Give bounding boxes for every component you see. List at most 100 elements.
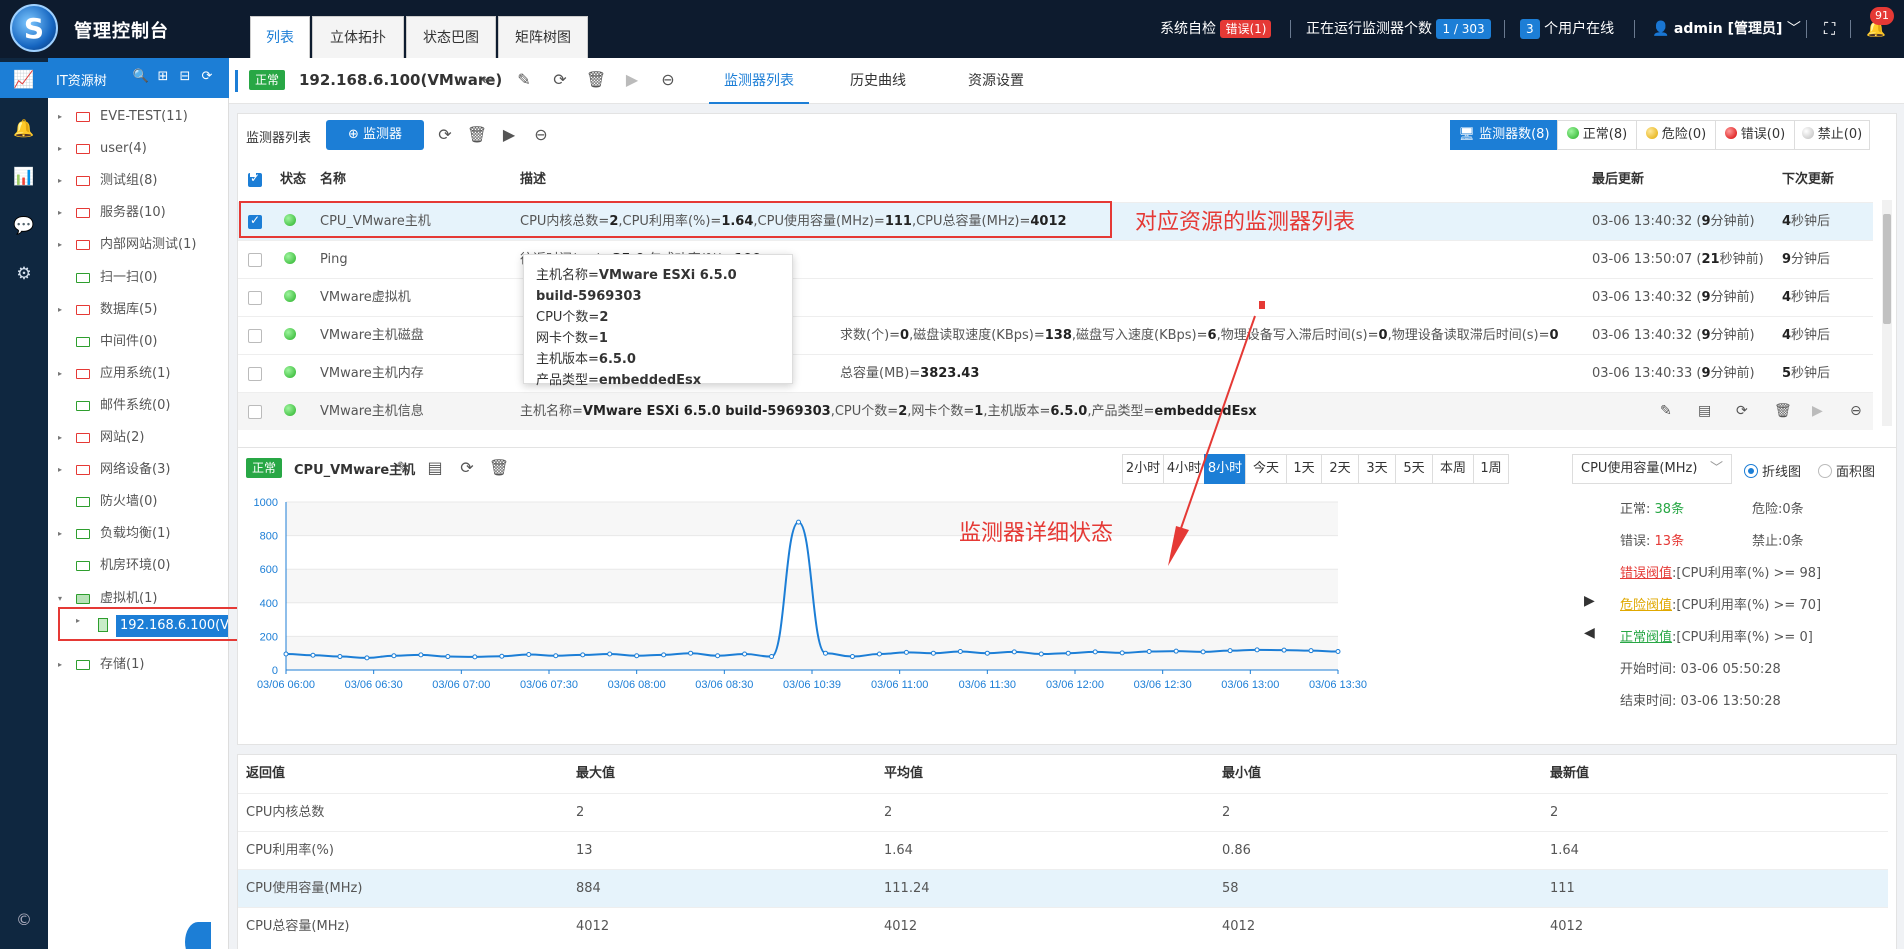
expand-all-icon[interactable]: ⊞ <box>154 68 172 86</box>
x-tick-label: 03/06 08:30 <box>695 679 753 691</box>
user-menu[interactable]: 👤 admin [管理员] ﹀ <box>1652 0 1801 58</box>
running-badge[interactable]: 1 / 303 <box>1436 19 1491 39</box>
row-name[interactable]: VMware主机磁盘 <box>320 317 424 355</box>
row-name[interactable]: VMware主机信息 <box>320 393 424 431</box>
normal-threshold-link[interactable]: 正常阀值 <box>1620 630 1672 645</box>
running-monitors[interactable]: 正在运行监测器个数 1 / 303 <box>1306 0 1491 58</box>
filter-1[interactable]: 正常(8) <box>1557 120 1637 150</box>
tree-caret[interactable]: ▸ <box>58 426 68 450</box>
annotation-list-label: 对应资源的监测器列表 <box>1135 210 1356 235</box>
filter-0[interactable]: 🖥 监测器数(8) <box>1450 120 1558 150</box>
app-root: { "app": {"title": "管理控制台", "logo_letter… <box>0 0 1904 949</box>
row-name[interactable]: Ping <box>320 241 348 279</box>
back-icon[interactable]: ← <box>477 70 499 90</box>
disable-icon[interactable]: ⊖ <box>1850 403 1862 419</box>
time-range-7[interactable]: 5天 <box>1395 454 1433 484</box>
refresh-icon[interactable]: ⟳ <box>1736 403 1748 419</box>
row-checkbox[interactable] <box>248 405 262 419</box>
detail-icon[interactable]: ▤ <box>1698 403 1711 419</box>
row-checkbox[interactable] <box>248 329 262 343</box>
time-range-8[interactable]: 本周 <box>1432 454 1474 484</box>
row-name[interactable]: VMware主机内存 <box>320 355 424 393</box>
tree-node-selected[interactable]: 192.168.6.100(VMware) <box>116 615 228 637</box>
tree-caret[interactable]: ▸ <box>58 298 68 322</box>
main-tab-2[interactable]: 状态巴图 <box>406 16 496 58</box>
annotation-arrow <box>1168 301 1265 566</box>
time-range-4[interactable]: 1天 <box>1286 454 1322 484</box>
edit-icon[interactable]: ✎ <box>1660 403 1672 419</box>
scroll-thumb[interactable] <box>1883 214 1891 324</box>
delete-icon[interactable]: 🗑 <box>488 458 510 478</box>
refresh-icon[interactable]: ⟳ <box>434 125 456 145</box>
tree-caret[interactable]: ▸ <box>58 137 68 161</box>
tree-caret[interactable]: ▸ <box>58 522 68 546</box>
table-row: CPU利用率(%) 13 1.64 0.86 1.64 <box>238 831 1888 869</box>
arrow-right-icon[interactable]: ▶ <box>1584 593 1595 609</box>
online-count-badge[interactable]: 3 <box>1520 19 1540 39</box>
disable-icon[interactable]: ⊖ <box>530 125 552 145</box>
radio-area-icon[interactable] <box>1818 464 1832 478</box>
play-icon[interactable]: ▶ <box>1812 403 1823 419</box>
detail-list-icon[interactable]: ▤ <box>424 458 446 478</box>
play-icon[interactable]: ▶ <box>498 125 520 145</box>
table-scrollbar[interactable] <box>1882 200 1892 426</box>
chart-mode-area[interactable]: 面积图 <box>1818 461 1875 480</box>
folder-icon <box>76 433 90 443</box>
row-checkbox[interactable] <box>248 367 262 381</box>
arrow-left-icon[interactable]: ◀ <box>1584 625 1595 641</box>
filter-2[interactable]: 危险(0) <box>1636 120 1716 150</box>
time-range-9[interactable]: 1周 <box>1473 454 1509 484</box>
filter-4[interactable]: 禁止(0) <box>1794 120 1870 150</box>
tab-monitor-list[interactable]: 监测器列表 <box>709 58 809 104</box>
delete-icon[interactable]: 🗑 <box>1774 403 1792 419</box>
refresh-icon[interactable]: ⟳ <box>198 68 216 86</box>
error-threshold-link[interactable]: 错误阀值 <box>1620 566 1672 581</box>
row-checkbox[interactable] <box>248 291 262 305</box>
side-toggle-tab[interactable] <box>185 922 211 949</box>
gear-icon[interactable]: ⚙ <box>0 256 48 292</box>
delete-icon[interactable]: 🗑 <box>585 70 607 90</box>
monitor-icon[interactable]: 📈 <box>0 62 48 98</box>
time-range-6[interactable]: 3天 <box>1358 454 1396 484</box>
chart-icon[interactable]: 📊 <box>0 159 48 195</box>
edit-icon[interactable]: ✎ <box>513 70 535 90</box>
bell-icon[interactable]: 🔔 <box>0 111 48 147</box>
delete-icon[interactable]: 🗑 <box>466 125 488 145</box>
main-tab-0[interactable]: 列表 <box>250 16 310 58</box>
edit-icon[interactable]: ✎ <box>392 458 414 478</box>
row-name[interactable]: VMware虚拟机 <box>320 279 411 317</box>
chat-icon[interactable]: 💬 <box>0 208 48 244</box>
tree-caret[interactable]: ▸ <box>76 616 80 625</box>
main-tab-1[interactable]: 立体拓扑 <box>312 16 404 58</box>
row-checkbox[interactable] <box>248 253 262 267</box>
tree-caret[interactable]: ▸ <box>58 105 68 129</box>
main-tab-3[interactable]: 矩阵树图 <box>498 16 588 58</box>
time-range-5[interactable]: 2天 <box>1321 454 1359 484</box>
refresh-icon[interactable]: ⟳ <box>549 70 571 90</box>
collapse-all-icon[interactable]: ⊟ <box>176 68 194 86</box>
online-users[interactable]: 3 个用户在线 <box>1520 0 1614 58</box>
tree-caret[interactable]: ▸ <box>58 201 68 225</box>
add-monitor-button[interactable]: ⊕ 监测器 <box>326 120 424 150</box>
filter-3[interactable]: 错误(0) <box>1715 120 1795 150</box>
refresh-icon[interactable]: ⟳ <box>456 458 478 478</box>
tree-caret[interactable]: ▸ <box>58 653 68 677</box>
chart-mode-line[interactable]: 折线图 <box>1744 461 1801 480</box>
fullscreen-icon[interactable]: ⛶ <box>1824 0 1835 58</box>
self-check[interactable]: 系统自检 错误(1) <box>1160 0 1272 58</box>
play-icon[interactable]: ▶ <box>621 70 643 90</box>
search-icon[interactable]: 🔍 <box>132 68 150 86</box>
x-tick-label: 03/06 08:00 <box>608 679 666 691</box>
radio-line-icon[interactable] <box>1744 464 1758 478</box>
self-check-badge[interactable]: 错误(1) <box>1220 20 1272 38</box>
tree-caret[interactable]: ▸ <box>58 458 68 482</box>
tab-resource-settings[interactable]: 资源设置 <box>961 58 1031 104</box>
select-all-checkbox[interactable] <box>248 171 262 187</box>
metric-select[interactable]: CPU使用容量(MHz) ﹀ <box>1572 454 1732 484</box>
tree-caret[interactable]: ▸ <box>58 362 68 386</box>
disable-icon[interactable]: ⊖ <box>657 70 679 90</box>
tab-history-curve[interactable]: 历史曲线 <box>843 58 913 104</box>
tree-caret[interactable]: ▸ <box>58 169 68 193</box>
tree-caret[interactable]: ▸ <box>58 233 68 257</box>
danger-threshold-link[interactable]: 危险阀值 <box>1620 598 1672 613</box>
